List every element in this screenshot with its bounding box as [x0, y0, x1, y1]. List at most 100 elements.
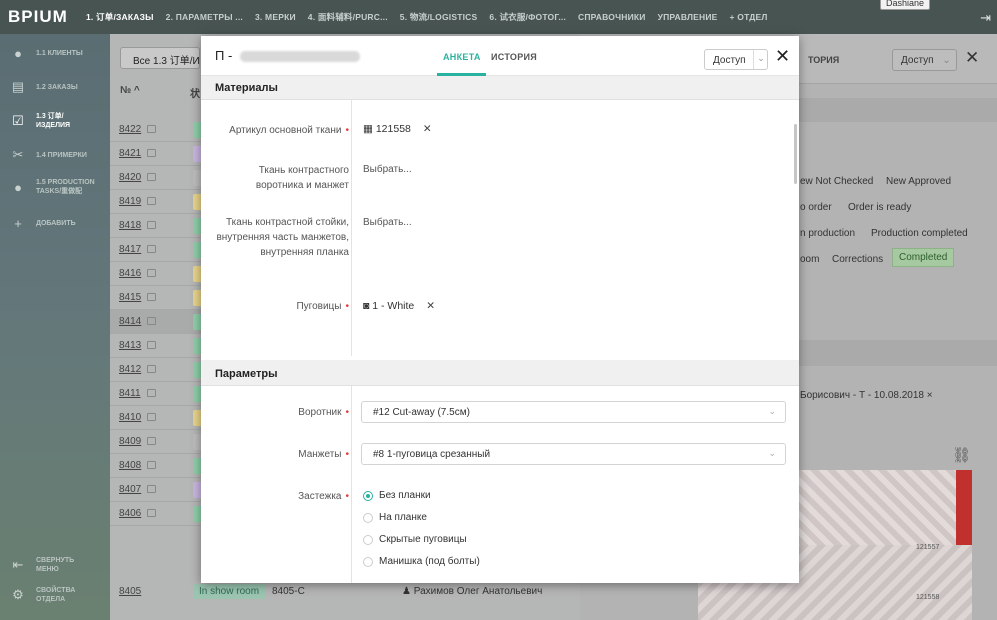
sidebar-item-production[interactable]: ● 1.5 PRODUCTION TASKS/重做配	[0, 172, 110, 202]
checkbox-icon[interactable]	[147, 437, 156, 445]
nav-purchase[interactable]: 4. 面料辅料/PURC...	[308, 11, 388, 23]
view-filter-select[interactable]: Все 1.3 订单/И:	[120, 47, 200, 69]
checkbox-icon[interactable]	[147, 293, 156, 301]
checkbox-icon[interactable]	[147, 173, 156, 181]
checkbox-icon[interactable]	[147, 365, 156, 373]
collar-value: #12 Cut-away (7.5см)	[373, 407, 470, 418]
row-number[interactable]: 8407	[119, 484, 141, 495]
checkbox-icon[interactable]	[147, 221, 156, 229]
row-number[interactable]: 8412	[119, 364, 141, 375]
column-header-number[interactable]: № ^	[120, 85, 140, 96]
plus-icon: +	[14, 215, 22, 231]
row-number[interactable]: 8417	[119, 244, 141, 255]
status-option[interactable]: Order is ready	[848, 202, 911, 213]
tab-history[interactable]: ИСТОРИЯ	[491, 52, 537, 62]
divider	[351, 100, 352, 356]
sidebar-item-fittings[interactable]: ✂ 1.4 ПРИМЕРКИ	[0, 144, 110, 166]
row-number[interactable]: 8420	[119, 172, 141, 183]
status-option[interactable]: n production	[800, 228, 855, 239]
sidebar-item-add[interactable]: + ДОБАВИТЬ	[0, 212, 110, 234]
row-number[interactable]: 8421	[119, 148, 141, 159]
checkbox-icon[interactable]	[147, 197, 156, 205]
contrast-collar-label: Ткань контрастного воротника и манжет	[255, 165, 349, 191]
remove-icon[interactable]: ✕	[423, 123, 432, 135]
sidebar-item-label: 1.4 ПРИМЕРКИ	[36, 151, 87, 159]
checkbox-icon[interactable]	[147, 149, 156, 157]
contrast-stand-select[interactable]: Выбрать...	[363, 217, 412, 228]
closure-option-hidden[interactable]: Скрытые пуговицы	[363, 534, 467, 545]
sidebar-item-products[interactable]: ☑ 1.3 订单/ИЗДЕЛИЯ	[0, 108, 110, 134]
row-number[interactable]: 8422	[119, 124, 141, 135]
column-header-status[interactable]: 状	[190, 85, 200, 100]
nav-reference[interactable]: СПРАВОЧНИКИ	[578, 12, 646, 22]
row-number[interactable]: 8410	[119, 412, 141, 423]
access-dropdown[interactable]: Доступ ⌄	[704, 49, 768, 70]
checkbox-icon[interactable]	[147, 461, 156, 469]
sidebar-collapse[interactable]: ⇤ СВЕРНУТЬ МЕНЮ	[0, 554, 110, 576]
sidebar-item-orders[interactable]: ▤ 1.2 ЗАКАЗЫ	[0, 76, 110, 98]
sidebar-item-clients[interactable]: ● 1.1 КЛИЕНТЫ	[0, 42, 110, 64]
tab-history[interactable]: ТОРИЯ	[808, 55, 839, 65]
close-icon[interactable]: ✕	[965, 48, 979, 68]
nav-logistics[interactable]: 5. 物流/LOGISTICS	[400, 11, 478, 23]
cuffs-select[interactable]: #8 1-пуговица срезанный ⌄	[361, 443, 786, 465]
nav-params[interactable]: 2. ПАРАМЕТРЫ ...	[166, 12, 243, 22]
nav-measures[interactable]: 3. МЕРКИ	[255, 12, 296, 22]
row-number[interactable]: 8416	[119, 268, 141, 279]
row-number[interactable]: 8405	[119, 586, 141, 597]
section-params: Параметры	[201, 360, 799, 386]
closure-option-no-placket[interactable]: Без планки	[363, 490, 431, 501]
row-number[interactable]: 8414	[119, 316, 141, 327]
nav-management[interactable]: УПРАВЛЕНИЕ	[658, 12, 718, 22]
row-number[interactable]: 8411	[119, 388, 141, 399]
cuffs-value: #8 1-пуговица срезанный	[373, 449, 491, 460]
link-icon[interactable]: ⛓	[952, 446, 971, 464]
row-person: ♟ Рахимов Олег Анатольевич	[402, 586, 542, 597]
sidebar-settings[interactable]: ⚙ СВОЙСТВА ОТДЕЛА	[0, 584, 110, 606]
nav-add-department[interactable]: + ОТДЕЛ	[730, 12, 768, 22]
sidebar-collapse-label: СВЕРНУТЬ МЕНЮ	[36, 557, 75, 573]
status-option[interactable]: o order	[800, 202, 832, 213]
responsible-person[interactable]: Борисович - Т - 10.08.2018 ×	[800, 390, 933, 401]
row-number[interactable]: 8419	[119, 196, 141, 207]
remove-icon[interactable]: ✕	[426, 300, 435, 312]
checkbox-icon[interactable]	[147, 485, 156, 493]
checkbox-icon[interactable]	[147, 341, 156, 349]
checkbox-icon[interactable]	[147, 413, 156, 421]
contrast-collar-select[interactable]: Выбрать...	[363, 164, 412, 175]
checkbox-icon[interactable]	[147, 245, 156, 253]
status-option[interactable]: ew Not Checked	[800, 176, 873, 187]
close-icon[interactable]: ✕	[775, 46, 790, 67]
nav-orders[interactable]: 1. 订单/ЗАКАЗЫ	[86, 11, 154, 23]
main-fabric-value[interactable]: ▦ 121558 ✕	[363, 123, 432, 135]
nav-fitting[interactable]: 6. 试衣服/ФОТОГ...	[489, 11, 566, 23]
status-option[interactable]: oom	[800, 254, 819, 265]
checkbox-icon[interactable]	[147, 317, 156, 325]
row-number[interactable]: 8409	[119, 436, 141, 447]
closure-option-placket[interactable]: На планке	[363, 512, 427, 523]
buttons-text: 1 - White	[372, 300, 415, 312]
app-logo[interactable]: BPIUM	[0, 7, 80, 27]
row-number[interactable]: 8406	[119, 508, 141, 519]
collar-select[interactable]: #12 Cut-away (7.5см) ⌄	[361, 401, 786, 423]
button-icon: ◙	[363, 300, 373, 312]
status-option[interactable]: New Approved	[886, 176, 951, 187]
logout-icon[interactable]: ⇥	[980, 10, 991, 26]
table-row[interactable]: 8405 In show room 8405-C ♟ Рахимов Олег …	[110, 580, 580, 604]
status-option-selected[interactable]: Completed	[892, 248, 955, 267]
modal-scrollbar[interactable]	[794, 124, 797, 184]
access-dropdown[interactable]: Доступ ⌄	[892, 49, 957, 71]
tab-form[interactable]: АНКЕТА	[443, 52, 481, 62]
checkbox-icon[interactable]	[147, 125, 156, 133]
buttons-value[interactable]: ◙ 1 - White ✕	[363, 300, 435, 312]
closure-option-bib[interactable]: Манишка (под болты)	[363, 556, 480, 567]
row-number[interactable]: 8408	[119, 460, 141, 471]
status-option[interactable]: Corrections	[832, 254, 883, 265]
status-option[interactable]: Production completed	[871, 228, 968, 239]
checkbox-icon[interactable]	[147, 509, 156, 517]
row-number[interactable]: 8413	[119, 340, 141, 351]
checkbox-icon[interactable]	[147, 269, 156, 277]
row-number[interactable]: 8418	[119, 220, 141, 231]
row-number[interactable]: 8415	[119, 292, 141, 303]
checkbox-icon[interactable]	[147, 389, 156, 397]
